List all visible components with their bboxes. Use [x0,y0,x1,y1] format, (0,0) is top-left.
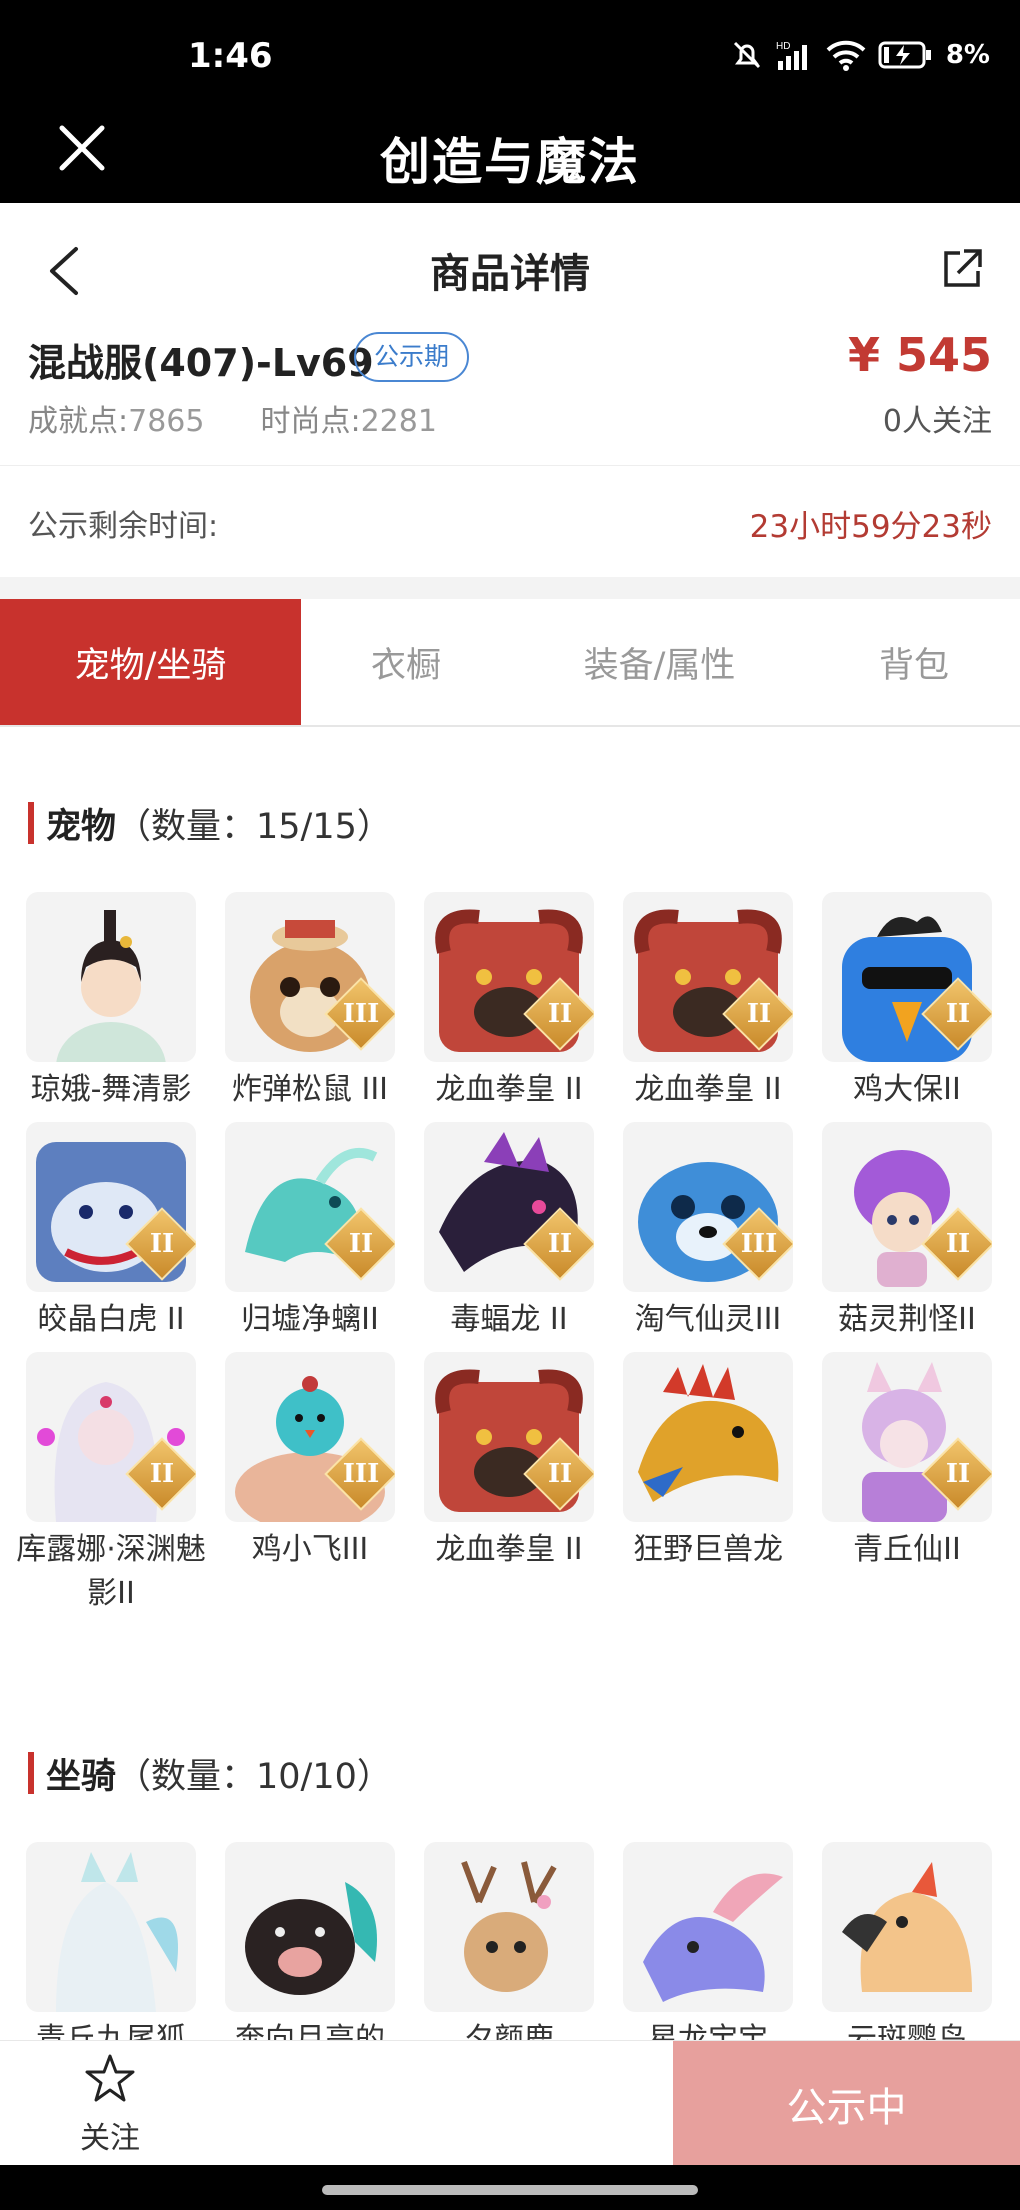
status-time: 1:46 [188,36,273,76]
pet-item[interactable]: III 炸弹松鼠 III [225,892,395,1112]
pet-name: 琼娥-舞清影 [30,1072,192,1107]
signal-icon: HD [776,39,814,71]
mounts-section-title: 坐骑 （数量：10/10） [28,1750,392,1797]
server-name: 混战服(407)-Lv69 [28,341,374,385]
status-badge: 公示期 [354,332,470,382]
pet-item[interactable]: II 库露娜·深渊魅影II [16,1352,206,1616]
pet-item[interactable]: II 龙血拳皇 II [424,1352,594,1616]
pet-name: 归墟净螭II [241,1302,379,1337]
pet-item[interactable]: II 龙血拳皇 II [623,892,793,1112]
remaining-time-value: 23小时59分23秒 [749,509,992,545]
remaining-time-label: 公示剩余时间: [28,509,219,544]
pet-image: III [225,1352,395,1522]
pet-image: II [822,1122,992,1292]
svg-text:HD: HD [776,41,790,52]
pet-name: 菇灵荆怪II [838,1302,976,1337]
page-header: 商品详情 [0,203,1020,328]
pet-name: 鸡小飞III [251,1532,369,1567]
share-icon[interactable] [940,247,984,291]
pet-item[interactable]: II 皎晶白虎 II [26,1122,196,1342]
pet-name: 毒蝠龙 II [450,1302,568,1337]
bottom-action-bar: 关注 公示中 [0,2040,1020,2166]
pet-item[interactable]: III 淘气仙灵III [623,1122,793,1342]
remaining-time-row: 公示剩余时间: 23小时59分23秒 [0,467,1020,577]
pet-name: 龙血拳皇 II [634,1072,782,1107]
mount-image [424,1842,594,2012]
pet-image: II [424,892,594,1062]
follow-label: 关注 [80,2121,140,2156]
pet-item[interactable]: II 青丘仙II [822,1352,992,1616]
mute-bell-icon [730,38,764,72]
mount-grid: 青丘九尾狐 奔向月亮的 夕颜鹿 星龙宝宝 云斑鹦鸟 [26,1842,996,2062]
pet-name: 鸡大保II [853,1072,961,1107]
pet-image [623,1352,793,1522]
pet-name: 淘气仙灵III [634,1302,782,1337]
tab-equipment[interactable]: 装备/属性 [511,599,808,725]
page-title: 商品详情 [430,251,590,297]
pet-image: II [225,1122,395,1292]
mount-item[interactable]: 奔向月亮的 [225,1842,395,2062]
pet-name: 青丘仙II [853,1532,961,1567]
divider [0,577,1020,599]
publicity-button[interactable]: 公示中 [673,2041,1020,2166]
status-icons: HD 8% [730,38,990,72]
mount-image [623,1842,793,2012]
status-bar: 1:46 HD 8% [0,0,1020,100]
pet-item[interactable]: 琼娥-舞清影 [26,892,196,1112]
section-marker [28,1752,34,1794]
pet-name: 狂野巨兽龙 [633,1532,783,1567]
pets-section-title: 宠物 （数量：15/15） [28,800,392,847]
wifi-icon [826,39,866,71]
pet-image: II [26,1122,196,1292]
home-gesture-handle[interactable] [322,2185,698,2195]
pet-item[interactable]: II 龙血拳皇 II [424,892,594,1112]
pet-item[interactable]: 狂野巨兽龙 [623,1352,793,1616]
follower-count: 0人关注 [882,404,992,439]
tab-bar: 宠物/坐骑 衣橱 装备/属性 背包 [0,599,1020,727]
system-nav-bar [0,2165,1020,2210]
pet-item[interactable]: II 菇灵荆怪II [822,1122,992,1342]
pet-name: 库露娜·深渊魅影II [16,1532,206,1611]
pet-image: II [822,1352,992,1522]
follow-button[interactable]: 关注 [60,2053,160,2157]
mount-image [26,1842,196,2012]
pet-image: II [424,1122,594,1292]
mount-item[interactable]: 夕颜鹿 [424,1842,594,2062]
pet-image: II [623,892,793,1062]
pet-image: III [225,892,395,1062]
battery-charging-icon [878,40,934,70]
mount-image [225,1842,395,2012]
pet-item[interactable]: III 鸡小飞III [225,1352,395,1616]
product-stats: 成就点:7865 时尚点:2281 [28,396,437,440]
pet-image: II [424,1352,594,1522]
app-title: 创造与魔法 [380,133,640,191]
section-marker [28,802,34,844]
pet-item[interactable]: II 归墟净螭II [225,1122,395,1342]
mount-item[interactable]: 青丘九尾狐 [26,1842,196,2062]
pet-name: 炸弹松鼠 III [231,1072,389,1107]
achievement-points: 成就点:7865 [28,404,205,439]
pet-image: II [822,892,992,1062]
tab-wardrobe[interactable]: 衣橱 [301,599,511,725]
pet-grid: 琼娥-舞清影 III 炸弹松鼠 III II 龙血拳皇 II II 龙血拳皇 I… [16,892,996,1616]
pet-name: 皎晶白虎 II [37,1302,185,1337]
mount-item[interactable]: 星龙宝宝 [623,1842,793,2062]
star-icon [85,2054,135,2102]
product-summary: 混战服(407)-Lv69 公示期 成就点:7865 时尚点:2281 ¥ 54… [0,328,1020,466]
tab-pets-mounts[interactable]: 宠物/坐骑 [0,599,301,725]
tab-backpack[interactable]: 背包 [808,599,1020,725]
pet-item[interactable]: II 鸡大保II [822,892,992,1112]
app-bar: 创造与魔法 [0,100,1020,203]
pet-name: 龙血拳皇 II [435,1072,583,1107]
fashion-points: 时尚点:2281 [260,404,437,439]
price: ¥ 545 [847,328,992,382]
pet-image: III [623,1122,793,1292]
pet-image: II [26,1352,196,1522]
pet-image [26,892,196,1062]
pet-item[interactable]: II 毒蝠龙 II [424,1122,594,1342]
mount-image [822,1842,992,2012]
battery-text: 8% [945,40,990,70]
pet-name: 龙血拳皇 II [435,1532,583,1567]
mount-item[interactable]: 云斑鹦鸟 [822,1842,992,2062]
